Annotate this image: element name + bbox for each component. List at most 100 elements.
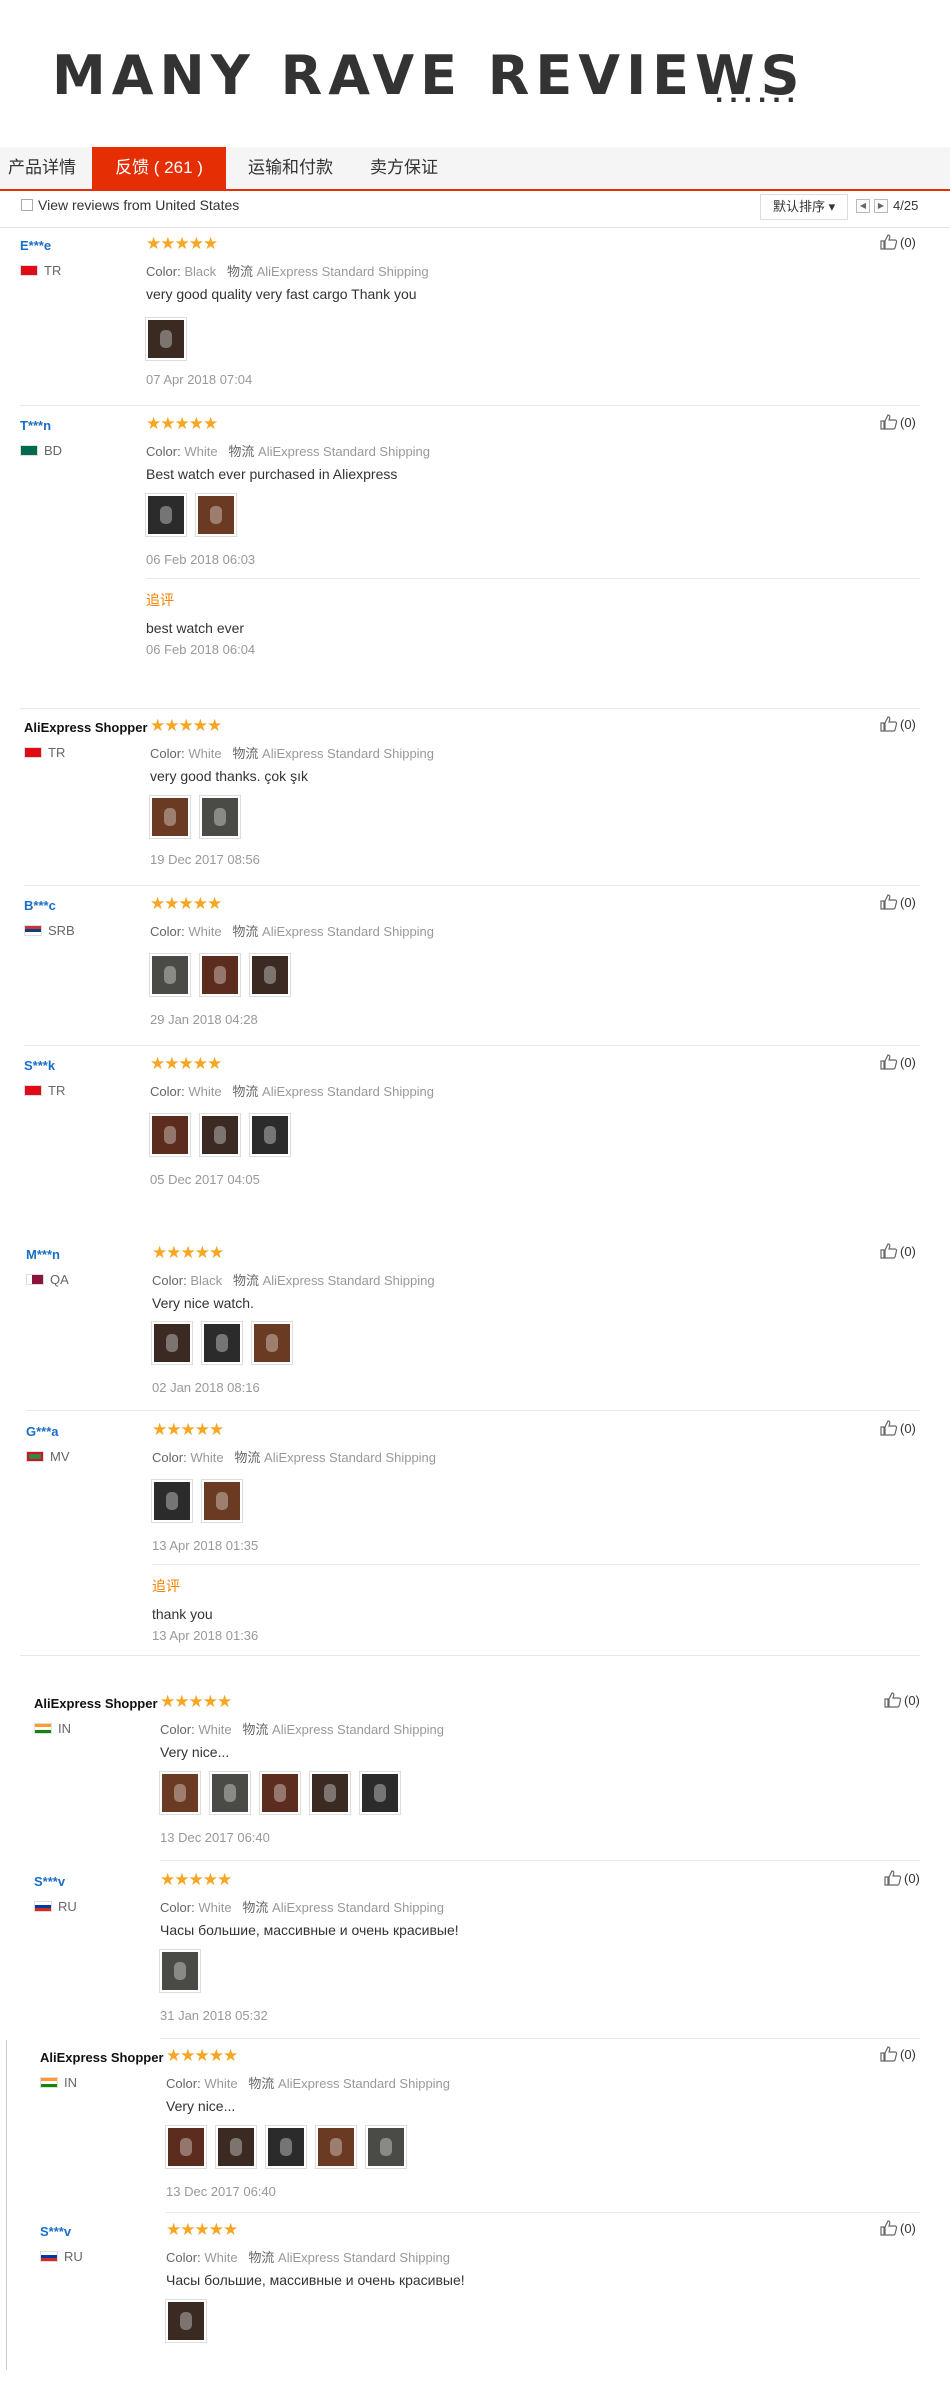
like-button[interactable]: (0) [880,2220,916,2236]
color-label: Color: [166,2076,201,2091]
review-photos [145,317,187,361]
rating-stars: ★★★★★ [160,1870,232,1889]
country-flag-icon [40,2077,58,2088]
country-code: QA [50,1272,69,1287]
followup-date: 13 Apr 2018 01:36 [152,1628,259,1643]
like-button[interactable]: (0) [880,1054,916,1070]
like-button[interactable]: (0) [880,234,916,250]
review-photo-thumbnail[interactable] [145,317,187,361]
thumbs-up-icon [880,234,898,250]
followup-divider [152,1564,920,1565]
shipping-value: AliExpress Standard Shipping [262,1273,435,1288]
tab-bar: 产品详情 反馈 ( 261 ) 运输和付款 卖方保证 [0,147,950,191]
like-button[interactable]: (0) [884,1870,920,1886]
like-button[interactable]: (0) [880,716,916,732]
review-divider [24,885,920,886]
review-photo-thumbnail[interactable] [149,1113,191,1157]
review-photo-thumbnail[interactable] [145,493,187,537]
prev-page-button[interactable]: ◀ [856,199,870,213]
review-photo-thumbnail[interactable] [315,2125,357,2169]
review-photo-thumbnail[interactable] [215,2125,257,2169]
view-us-checkbox[interactable] [21,199,33,211]
review-photo-thumbnail[interactable] [199,795,241,839]
review-photo-thumbnail[interactable] [159,1949,201,1993]
review-text: Best watch ever purchased in Aliexpress [146,466,398,482]
review-country: RU [40,2249,83,2264]
review-username[interactable]: AliExpress Shopper [24,720,148,735]
review-photo-thumbnail[interactable] [151,1321,193,1365]
review-photo-thumbnail[interactable] [149,953,191,997]
review-photo-thumbnail[interactable] [251,1321,293,1365]
review-text: Very nice watch. [152,1295,254,1311]
review-photo-thumbnail[interactable] [151,1479,193,1523]
tab-seller-guarantee[interactable]: 卖方保证 [366,147,442,189]
review-date: 13 Apr 2018 01:35 [152,1538,259,1553]
color-label: Color: [150,746,185,761]
review-username[interactable]: S***k [24,1058,55,1073]
color-value: White [204,2076,238,2091]
like-button[interactable]: (0) [880,2046,916,2062]
review-username[interactable]: M***n [26,1247,60,1262]
review-meta: Color: White 物流 AliExpress Standard Ship… [150,921,434,940]
review-photo-thumbnail[interactable] [199,953,241,997]
review-photo-thumbnail[interactable] [359,1771,401,1815]
like-button[interactable]: (0) [880,894,916,910]
review-photo-thumbnail[interactable] [365,2125,407,2169]
review-photo-thumbnail[interactable] [165,2125,207,2169]
review-photo-thumbnail[interactable] [165,2299,207,2343]
review-photo-thumbnail[interactable] [149,795,191,839]
review-photos [165,2125,407,2169]
review-photo-thumbnail[interactable] [159,1771,201,1815]
review-photo-thumbnail[interactable] [249,953,291,997]
review-date: 02 Jan 2018 08:16 [152,1380,260,1395]
review-country: TR [24,745,65,760]
review-divider [24,1045,920,1046]
like-button[interactable]: (0) [880,1243,916,1259]
review-photos [159,1949,201,1993]
review-username[interactable]: AliExpress Shopper [40,2050,164,2065]
review-photo-thumbnail[interactable] [249,1113,291,1157]
next-page-button[interactable]: ▶ [874,199,888,213]
rating-stars: ★★★★★ [150,894,222,913]
review-username[interactable]: E***e [20,238,51,253]
review-photo-thumbnail[interactable] [309,1771,351,1815]
country-code: IN [58,1721,71,1736]
like-button[interactable]: (0) [880,414,916,430]
review-username[interactable]: S***v [40,2224,71,2239]
review-photo-thumbnail[interactable] [201,1321,243,1365]
review-username[interactable]: T***n [20,418,51,433]
country-flag-icon [40,2251,58,2262]
review-username[interactable]: S***v [34,1874,65,1889]
review-country: IN [34,1721,71,1736]
like-button[interactable]: (0) [884,1692,920,1708]
review-username[interactable]: AliExpress Shopper [34,1696,158,1711]
review-photo-thumbnail[interactable] [209,1771,251,1815]
country-flag-icon [34,1901,52,1912]
review-photo-thumbnail[interactable] [201,1479,243,1523]
review-photo-thumbnail[interactable] [199,1113,241,1157]
review-country: TR [24,1083,65,1098]
review-meta: Color: White 物流 AliExpress Standard Ship… [150,743,434,762]
like-count: (0) [900,1244,916,1259]
sort-select[interactable]: 默认排序 ▾ [760,194,848,220]
rating-stars: ★★★★★ [150,716,222,735]
followup-label: 追评 [152,1578,180,1594]
review-meta: Color: White 物流 AliExpress Standard Ship… [150,1081,434,1100]
review-username[interactable]: B***c [24,898,56,913]
like-button[interactable]: (0) [880,1420,916,1436]
tab-shipping-payment[interactable]: 运输和付款 [244,147,337,189]
page-headline: MANY RAVE REVIEWS [52,44,806,107]
review-photo-thumbnail[interactable] [259,1771,301,1815]
country-flag-icon [34,1723,52,1734]
color-value: White [184,444,218,459]
tab-feedback[interactable]: 反馈 ( 261 ) [92,147,226,191]
tab-product-details[interactable]: 产品详情 [4,147,80,189]
rating-stars: ★★★★★ [146,234,218,253]
review-photo-thumbnail[interactable] [265,2125,307,2169]
review-text: Very nice... [160,1744,230,1760]
review-photo-thumbnail[interactable] [195,493,237,537]
review-divider [20,1655,920,1656]
shipping-value: AliExpress Standard Shipping [256,264,429,279]
review-username[interactable]: G***a [26,1424,59,1439]
review-country: SRB [24,923,75,938]
